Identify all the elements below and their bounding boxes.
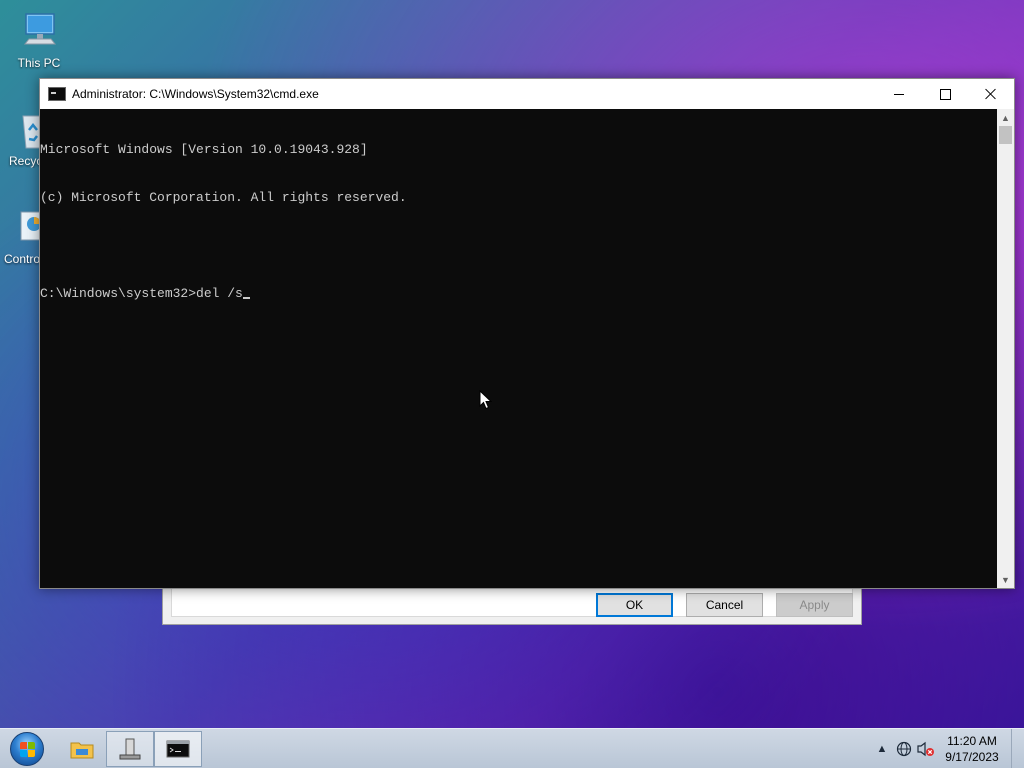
console-line: Microsoft Windows [Version 10.0.19043.92… xyxy=(40,142,368,157)
windows-logo-icon xyxy=(10,732,44,766)
ok-button[interactable]: OK xyxy=(596,593,673,617)
cancel-button[interactable]: Cancel xyxy=(686,593,763,617)
taskbar-app-tool[interactable] xyxy=(106,731,154,767)
cmd-app-icon[interactable] xyxy=(48,87,66,101)
maximize-icon xyxy=(939,88,951,100)
console-input-line[interactable]: C:\Windows\system32>del /s xyxy=(40,286,997,302)
command-prompt-icon xyxy=(166,740,190,758)
cmd-titlebar[interactable]: Administrator: C:\Windows\System32\cmd.e… xyxy=(40,79,1014,109)
vertical-scrollbar[interactable]: ▲ ▼ xyxy=(997,109,1014,588)
clock-time: 11:20 AM xyxy=(947,734,997,748)
apply-button: Apply xyxy=(776,593,853,617)
close-icon xyxy=(985,88,997,100)
desktop-icon-label: This PC xyxy=(17,56,61,70)
computer-icon xyxy=(17,10,61,54)
taskbar: ▲ 11:20 AM 9/17/2023 xyxy=(0,728,1024,768)
network-icon[interactable] xyxy=(893,738,915,760)
cmd-window[interactable]: Administrator: C:\Windows\System32\cmd.e… xyxy=(39,78,1015,589)
taskbar-file-explorer[interactable] xyxy=(58,731,106,767)
console-line: (c) Microsoft Corporation. All rights re… xyxy=(40,190,407,205)
show-hidden-icons-icon[interactable]: ▲ xyxy=(871,738,893,760)
tool-app-icon xyxy=(119,738,141,760)
desktop-icon-this-pc[interactable]: This PC xyxy=(3,10,75,70)
text-cursor xyxy=(242,297,250,299)
scroll-up-arrow-icon[interactable]: ▲ xyxy=(997,109,1014,126)
scrollbar-thumb[interactable] xyxy=(999,126,1012,144)
scroll-down-arrow-icon[interactable]: ▼ xyxy=(997,571,1014,588)
close-button[interactable] xyxy=(968,79,1014,109)
folder-icon xyxy=(70,742,94,759)
mouse-pointer-icon xyxy=(479,389,493,410)
minimize-button[interactable] xyxy=(876,79,922,109)
taskbar-command-prompt[interactable] xyxy=(154,731,202,767)
maximize-button[interactable] xyxy=(922,79,968,109)
minimize-icon xyxy=(894,93,904,95)
clock[interactable]: 11:20 AM 9/17/2023 xyxy=(937,733,1007,765)
start-button[interactable] xyxy=(7,730,47,768)
window-title: Administrator: C:\Windows\System32\cmd.e… xyxy=(72,87,319,101)
volume-muted-icon[interactable] xyxy=(915,738,937,760)
console-prompt: C:\Windows\system32> xyxy=(40,286,197,301)
console-output[interactable]: Microsoft Windows [Version 10.0.19043.92… xyxy=(40,109,997,588)
show-desktop-button[interactable] xyxy=(1011,729,1024,768)
clock-date: 9/17/2023 xyxy=(945,750,999,764)
console-input[interactable]: del /s xyxy=(196,286,243,301)
system-tray: ▲ 11:20 AM 9/17/2023 xyxy=(871,729,1024,768)
